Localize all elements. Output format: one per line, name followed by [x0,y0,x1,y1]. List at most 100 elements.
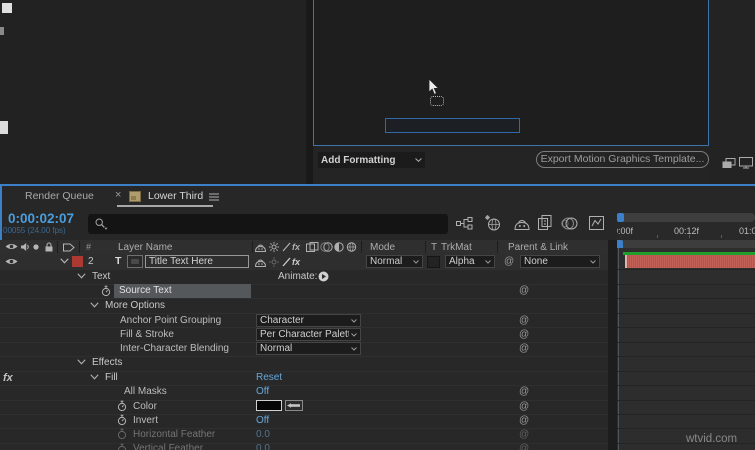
trkmat-dropdown[interactable]: Alpha [445,255,495,268]
text-group-chevron-icon[interactable] [77,273,86,279]
layer-expand-chevron-icon[interactable] [60,258,69,264]
layer-quality-switch-icon[interactable] [282,257,291,267]
tab-lower-third[interactable]: × Lower Third [110,187,225,207]
shy-layers-icon[interactable] [514,218,530,230]
color-stopwatch-icon[interactable] [117,400,127,412]
quality-column-icon[interactable] [282,242,291,252]
playhead-line[interactable] [618,248,619,450]
invert-value[interactable]: Off [256,416,269,426]
frame-blending-icon[interactable] [538,215,553,231]
label-color-column-icon[interactable] [63,243,75,252]
t-column-header[interactable]: T [431,243,437,253]
layer-thumbnail [127,255,143,268]
lock-column-icon[interactable] [44,242,54,252]
panel-edge-icon [0,121,8,134]
layer-name-field[interactable]: Title Text Here [145,255,249,268]
eyedropper-button[interactable] [285,400,303,411]
pickwhip-icon[interactable]: @ [519,402,529,412]
fill-stroke-dropdown[interactable]: Per Character Palette [256,328,361,341]
time-navigator-handle[interactable] [617,213,624,222]
layer-collapse-switch-icon[interactable] [269,257,279,267]
layer-number-column-header[interactable]: # [86,243,91,252]
trkmat-column-header[interactable]: TrkMat [441,243,472,253]
pickwhip-icon[interactable]: @ [519,387,529,397]
time-navigator-bar[interactable] [617,213,755,222]
pickwhip-icon[interactable]: @ [519,316,529,326]
vertical-feather-stopwatch-icon[interactable] [117,443,127,450]
panel-menu-icon[interactable] [209,193,219,201]
effects-group-label[interactable]: Effects [92,358,122,368]
anchor-point-grouping-value: Character [260,315,304,326]
frame-blend-column-icon[interactable] [306,242,319,252]
parent-pickwhip-icon[interactable]: @ [504,257,514,267]
track-area[interactable] [617,248,755,450]
animate-menu-button[interactable] [318,271,329,282]
work-area-bar[interactable] [617,240,755,248]
preserve-transparency-checkbox[interactable] [427,256,440,268]
layer-shy-switch-icon[interactable] [255,258,266,267]
mode-column-header[interactable]: Mode [370,243,395,253]
chevron-down-icon [590,259,596,264]
text-group-label[interactable]: Text [92,272,110,282]
layer-duration-bar[interactable] [625,255,755,268]
pickwhip-icon[interactable]: @ [519,430,529,440]
export-mgt-button[interactable]: Export Motion Graphics Template... [536,151,709,168]
pickwhip-icon[interactable]: @ [519,344,529,354]
motion-blur-icon[interactable] [561,217,578,230]
collapse-transformations-column-icon[interactable] [269,242,279,252]
row-line [0,298,608,299]
more-options-label[interactable]: More Options [105,301,165,311]
time-ruler[interactable]: 0:00f 00:12f 01:00f [617,222,755,240]
graph-editor-icon[interactable] [589,216,604,230]
horizontal-feather-stopwatch-icon[interactable] [117,428,127,440]
drop-target-rect[interactable] [385,118,520,133]
pickwhip-icon[interactable]: @ [519,330,529,340]
parent-link-value: None [524,256,548,267]
effects-column-icon[interactable]: fx [292,242,300,252]
layer-visibility-eye-icon[interactable] [5,257,18,266]
layers-stack-icon[interactable] [722,158,736,169]
all-masks-value[interactable]: Off [256,387,269,397]
row-line [0,371,608,372]
vertical-feather-value[interactable]: 0.0 [256,444,270,450]
pickwhip-icon[interactable]: @ [519,416,529,426]
invert-stopwatch-icon[interactable] [117,414,127,426]
add-formatting-dropdown[interactable]: Add Formatting [318,152,425,168]
solo-column-icon[interactable] [33,244,39,250]
parent-link-column-header[interactable]: Parent & Link [508,243,568,253]
draft-3d-icon[interactable] [484,215,501,231]
fill-group-label[interactable]: Fill [105,373,118,383]
tab-render-queue[interactable]: Render Queue [10,187,105,207]
fill-group-chevron-icon[interactable] [90,374,99,380]
layer-name-column-header[interactable]: Layer Name [118,243,172,253]
layer-fx-switch-icon[interactable]: fx [292,257,300,267]
motion-blur-column-icon[interactable] [320,242,333,252]
video-eye-column-icon[interactable] [5,242,18,251]
mini-flowchart-icon[interactable] [456,217,473,230]
shy-column-icon[interactable] [255,243,266,252]
blend-mode-dropdown[interactable]: Normal [366,255,423,268]
anchor-point-grouping-dropdown[interactable]: Character [256,314,361,327]
adjustment-layer-column-icon[interactable] [334,242,344,252]
timeline-search-box[interactable] [88,214,448,234]
ruler-label: 0:00f [617,226,634,236]
fill-reset-link[interactable]: Reset [256,373,282,383]
parent-link-dropdown[interactable]: None [520,255,600,268]
audio-speaker-column-icon[interactable] [20,242,30,252]
source-text-stopwatch-icon[interactable] [101,285,111,297]
pickwhip-icon[interactable]: @ [519,444,529,450]
source-text-selected-highlight[interactable]: Source Text [114,284,251,298]
tab-close-icon[interactable]: × [115,190,121,201]
search-input[interactable] [112,216,444,233]
track-row-line [617,313,755,314]
effects-group-chevron-icon[interactable] [77,359,86,365]
horizontal-feather-value[interactable]: 0.0 [256,430,270,440]
color-swatch[interactable] [256,400,282,411]
pickwhip-icon[interactable]: @ [519,286,529,296]
monitor-icon[interactable] [739,157,753,169]
current-timecode[interactable]: 0:00:02:07 [8,211,74,226]
3d-layer-column-icon[interactable] [346,242,357,252]
layer-label-color-swatch[interactable] [72,256,83,267]
inter-character-blending-dropdown[interactable]: Normal [256,342,361,355]
more-options-chevron-icon[interactable] [90,302,99,308]
